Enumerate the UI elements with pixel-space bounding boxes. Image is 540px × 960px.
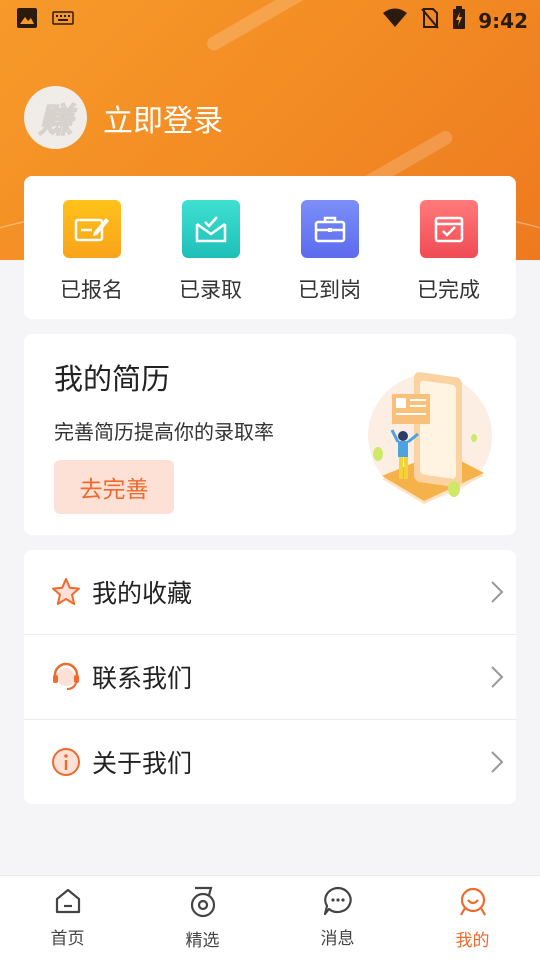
- tab-label-messages: 消息: [320, 929, 355, 949]
- tab-label-profile: 我的: [455, 931, 490, 951]
- menu-item-contact[interactable]: 联系我们: [24, 635, 516, 719]
- info-icon: [50, 746, 82, 778]
- tab-messages[interactable]: 消息: [270, 876, 405, 960]
- battery-icon: [452, 6, 466, 35]
- complete-resume-button[interactable]: 去完善: [54, 460, 174, 514]
- avatar[interactable]: 赚: [24, 86, 87, 149]
- resume-subtitle: 完善简历提高你的录取率: [54, 420, 274, 444]
- wifi-icon: [382, 7, 408, 34]
- tab-home[interactable]: 首页: [0, 876, 135, 960]
- status-item-signed-up[interactable]: 已报名: [37, 176, 147, 319]
- star-icon: [50, 576, 82, 608]
- briefcase-icon: [300, 200, 359, 258]
- profile-icon: [458, 886, 488, 922]
- signup-icon: [62, 200, 121, 258]
- login-link[interactable]: 立即登录: [103, 96, 223, 140]
- status-item-on-duty[interactable]: 已到岗: [275, 176, 385, 319]
- status-item-admitted[interactable]: 已录取: [156, 176, 266, 319]
- tab-profile[interactable]: 我的: [405, 876, 540, 960]
- chevron-right-icon: [490, 750, 504, 778]
- headset-icon: [50, 661, 82, 693]
- status-label-on-duty: 已到岗: [298, 278, 361, 302]
- resume-title: 我的简历: [54, 362, 171, 396]
- menu-item-favorites[interactable]: 我的收藏: [24, 550, 516, 634]
- admitted-icon: [181, 200, 240, 258]
- menu-item-about[interactable]: 关于我们: [24, 720, 516, 804]
- resume-card: 我的简历 完善简历提高你的录取率 去完善: [24, 334, 516, 535]
- status-label-completed: 已完成: [417, 278, 480, 302]
- bottom-tab-bar: 首页 精选 消息 我的: [0, 875, 540, 960]
- clock-time: 9:42: [478, 8, 528, 33]
- menu-label-contact: 联系我们: [92, 664, 193, 693]
- chevron-right-icon: [490, 580, 504, 608]
- resume-illustration: [362, 354, 492, 518]
- status-bar: 9:42: [0, 0, 540, 36]
- chevron-right-icon: [490, 665, 504, 693]
- completed-icon: [419, 200, 478, 258]
- no-sim-icon: [420, 7, 440, 34]
- medal-icon: [188, 886, 218, 922]
- message-icon: [322, 886, 354, 920]
- menu-label-favorites: 我的收藏: [92, 579, 193, 608]
- image-notification-icon: [16, 7, 38, 34]
- home-icon: [53, 886, 83, 920]
- application-status-card: 已报名 已录取 已到岗 已完成: [24, 176, 516, 319]
- tab-label-featured: 精选: [185, 931, 220, 951]
- status-item-completed[interactable]: 已完成: [394, 176, 504, 319]
- menu-label-about: 关于我们: [92, 749, 193, 778]
- status-label-signed-up: 已报名: [60, 278, 123, 302]
- tab-featured[interactable]: 精选: [135, 876, 270, 960]
- login-row[interactable]: 赚 立即登录: [24, 86, 223, 149]
- keyboard-icon: [52, 7, 74, 34]
- status-label-admitted: 已录取: [179, 278, 242, 302]
- tab-label-home: 首页: [50, 929, 85, 949]
- menu-card: 我的收藏 联系我们 关于我们: [24, 550, 516, 804]
